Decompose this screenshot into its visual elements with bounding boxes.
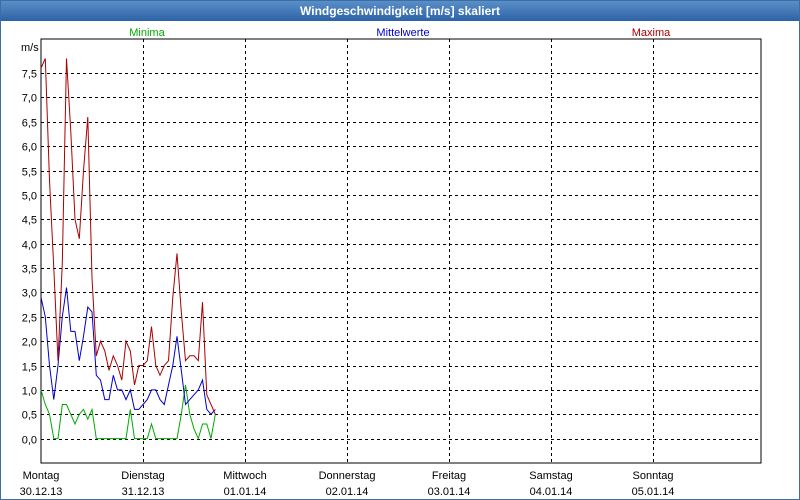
y-tick-label: 1,0 — [22, 386, 37, 398]
y-tick-label: 7,0 — [22, 93, 37, 105]
y-tick-label: 4,5 — [22, 215, 37, 227]
y-axis-label: m/s — [21, 42, 39, 54]
y-tick-label: 3,5 — [22, 264, 37, 276]
y-tick-label: 2,0 — [22, 337, 37, 349]
x-tick-day-label: Freitag — [432, 470, 466, 482]
y-tick-label: 0,5 — [22, 410, 37, 422]
x-tick-day-label: Dienstag — [121, 470, 164, 482]
y-tick-label: 6,0 — [22, 142, 37, 154]
x-tick-date-label: 01.01.14 — [224, 486, 267, 498]
x-tick-date-label: 31.12.13 — [122, 486, 165, 498]
legend-mittelwerte: Mittelwerte — [376, 27, 429, 39]
x-tick-day-label: Sonntag — [633, 470, 674, 482]
y-tick-label: 0,0 — [22, 435, 37, 447]
y-tick-label: 3,0 — [22, 288, 37, 300]
x-tick-date-label: 30.12.13 — [20, 486, 63, 498]
chart-window: Windgeschwindigkeit [m/s] skaliert 0,0 0,… — [0, 0, 800, 500]
x-tick-date-label: 05.01.14 — [632, 486, 675, 498]
legend-maxima: Maxima — [632, 27, 671, 39]
x-tick-day-label: Montag — [23, 470, 60, 482]
y-tick-label: 5,0 — [22, 191, 37, 203]
x-tick-day-label: Samstag — [529, 470, 572, 482]
x-tick-date-label: 02.01.14 — [326, 486, 369, 498]
legend-minima: Minima — [129, 27, 165, 39]
x-tick-day-label: Donnerstag — [319, 470, 376, 482]
x-tick-date-label: 04.01.14 — [530, 486, 573, 498]
x-tick-date-label: 03.01.14 — [428, 486, 471, 498]
x-tick-day-label: Mittwoch — [223, 470, 266, 482]
y-tick-label: 6,5 — [22, 118, 37, 130]
chart-canvas: 0,0 0,5 1,0 1,5 2,0 2,5 3,0 3,5 4,0 4,5 5,0 5,5 6,0 6… — [20, 27, 762, 498]
y-tick-label: 2,5 — [22, 313, 37, 325]
y-tick-label: 4,0 — [22, 240, 37, 252]
y-tick-label: 5,5 — [22, 167, 37, 179]
y-tick-label: 1,5 — [22, 362, 37, 374]
y-tick-label: 7,5 — [22, 69, 37, 81]
